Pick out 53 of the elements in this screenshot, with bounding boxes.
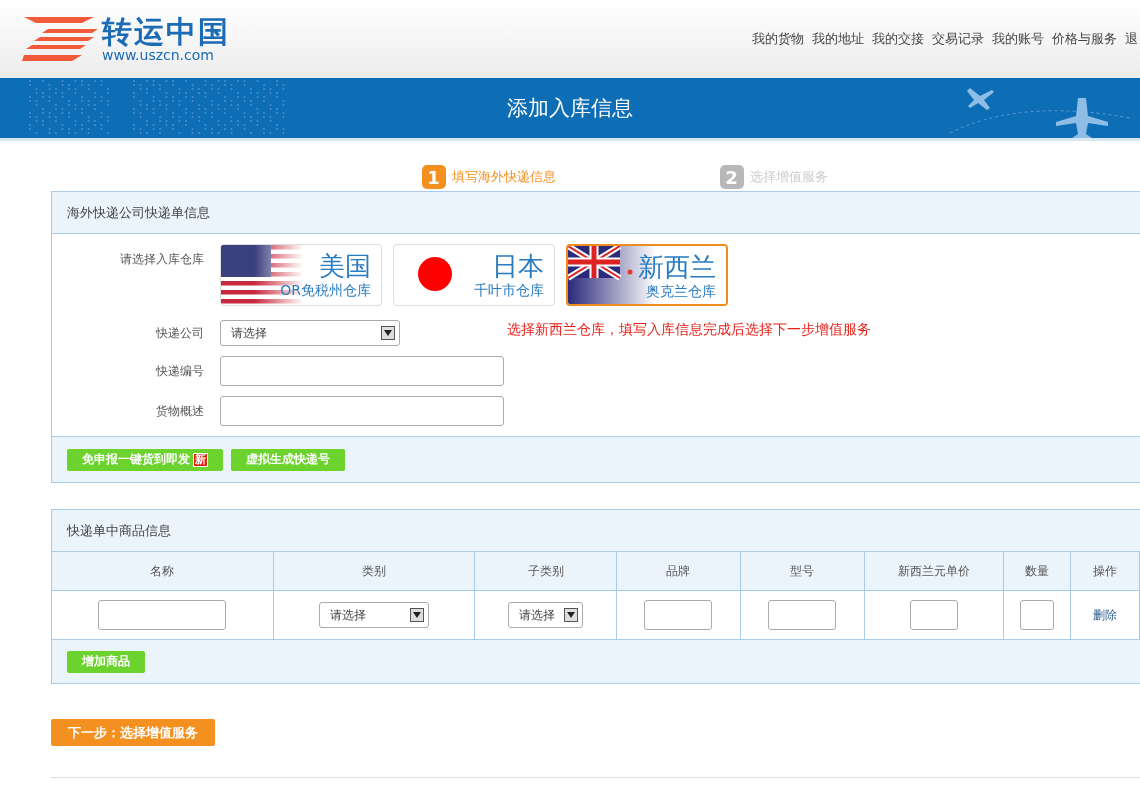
field-label: 快递编号 bbox=[155, 362, 205, 380]
column-header: 型号 bbox=[740, 551, 865, 591]
column-header: 类别 bbox=[273, 551, 475, 591]
warehouse-location: 奥克兰仓库 bbox=[646, 282, 716, 300]
select-field[interactable]: 请选择 bbox=[508, 602, 584, 628]
nav-link[interactable]: 退 bbox=[1125, 30, 1138, 48]
hint-text: 选择新西兰仓库，填写入库信息完成后选择下一步增值服务 bbox=[507, 321, 871, 339]
input-field[interactable] bbox=[768, 600, 837, 630]
japan-flag-icon bbox=[418, 257, 452, 291]
warehouse-name: 新西兰 bbox=[638, 252, 716, 282]
nav-link[interactable]: 我的货物 bbox=[752, 30, 804, 48]
column-header: 子类别 bbox=[474, 551, 617, 591]
input-field[interactable] bbox=[220, 356, 504, 386]
warehouse-name: 日本 bbox=[492, 251, 544, 281]
nav-link[interactable]: 我的账号 bbox=[992, 30, 1044, 48]
nav-link[interactable]: 我的地址 bbox=[812, 30, 864, 48]
step-number: 1 bbox=[421, 165, 446, 189]
logo-url: www.uszcn.com bbox=[102, 48, 214, 62]
column-header: 名称 bbox=[52, 551, 273, 591]
input-field[interactable] bbox=[98, 600, 227, 630]
warehouse-name: 美国 bbox=[319, 251, 371, 281]
input-field[interactable] bbox=[910, 600, 958, 630]
logo-icon bbox=[22, 15, 98, 63]
warehouse-location: OR免税州仓库 bbox=[280, 281, 371, 299]
panel-title: 海外快递公司快递单信息 bbox=[67, 203, 210, 222]
nav-link[interactable]: 价格与服务 bbox=[1052, 30, 1117, 48]
logo-name: 转运中国 bbox=[102, 16, 230, 48]
delete-link[interactable]: 删除 bbox=[1093, 607, 1118, 622]
input-field[interactable] bbox=[1020, 600, 1055, 630]
new-badge: 新 bbox=[193, 452, 208, 467]
column-header: 操作 bbox=[1070, 551, 1140, 591]
step-number: 2 bbox=[719, 165, 744, 189]
select-field[interactable]: 请选择 bbox=[318, 602, 429, 628]
page-title: 添加入库信息 bbox=[507, 95, 633, 122]
warehouse-card[interactable]: 新西兰 奥克兰仓库 bbox=[566, 244, 728, 306]
column-header: 数量 bbox=[1003, 551, 1071, 591]
step-label: 填写海外快递信息 bbox=[451, 168, 556, 186]
action-button[interactable]: 免申报一键货到即发 新 bbox=[67, 448, 223, 471]
panel-title: 快递单中商品信息 bbox=[67, 521, 171, 540]
select-field[interactable]: 请选择 bbox=[220, 320, 400, 346]
column-header: 新西兰元单价 bbox=[864, 551, 1004, 591]
nav-link[interactable]: 我的交接 bbox=[872, 30, 924, 48]
warehouse-card[interactable]: 日本 千叶市仓库 bbox=[393, 244, 555, 306]
warehouse-location: 千叶市仓库 bbox=[474, 281, 544, 299]
warehouse-card[interactable]: 美国 OR免税州仓库 bbox=[220, 244, 382, 306]
field-label: 快递公司 bbox=[155, 324, 205, 342]
field-label: 货物概述 bbox=[155, 402, 205, 420]
nz-flag-icon bbox=[568, 246, 726, 304]
column-header: 品牌 bbox=[616, 551, 741, 591]
input-field[interactable] bbox=[220, 396, 504, 426]
field-label: 请选择入库仓库 bbox=[119, 251, 205, 268]
nav-link[interactable]: 交易记录 bbox=[932, 30, 984, 48]
input-field[interactable] bbox=[644, 600, 713, 630]
